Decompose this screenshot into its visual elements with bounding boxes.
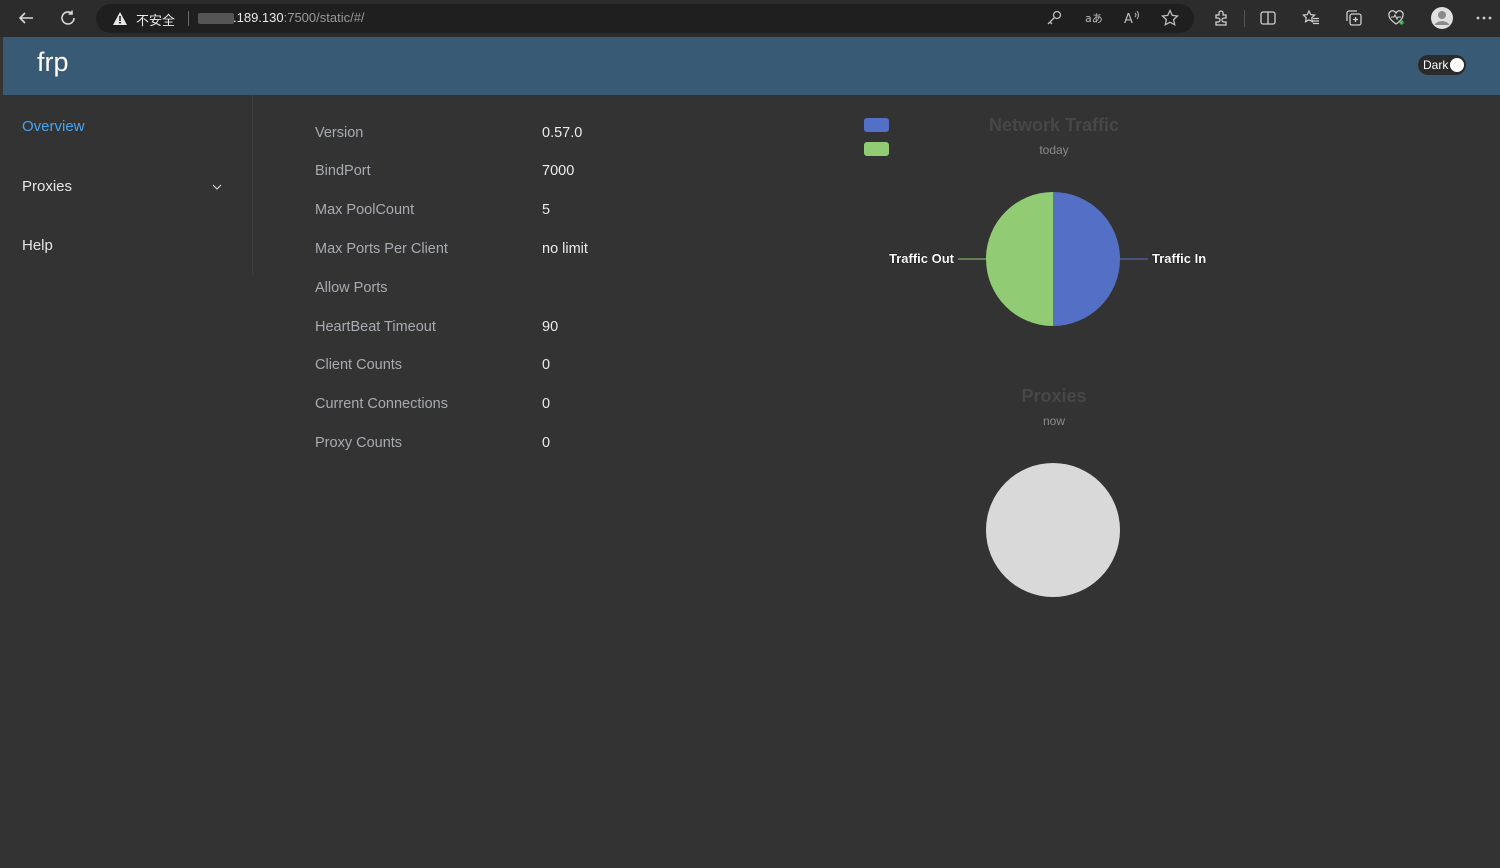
info-label-heartbeat-timeout: HeartBeat Timeout — [315, 319, 436, 335]
info-value-version: 0.57.0 — [542, 125, 583, 141]
back-arrow-icon — [18, 12, 33, 24]
traffic-chart-subtitle: today — [1039, 143, 1069, 157]
toggle-knob — [1450, 58, 1464, 72]
proxies-empty-pie — [986, 463, 1120, 597]
read-aloud-icon[interactable]: A — [1122, 8, 1142, 28]
info-label-allow-ports: Allow Ports — [315, 280, 388, 296]
url-host: .189.130 — [233, 10, 284, 25]
info-label-client-counts: Client Counts — [315, 357, 403, 373]
browser-toolbar: 不安全 .189.130:7500/static/#/ aあ A — [0, 0, 1500, 37]
dark-mode-label: Dark — [1423, 58, 1449, 72]
info-label-max-poolcount: Max PoolCount — [315, 202, 415, 218]
proxies-chart-subtitle: now — [1042, 414, 1065, 428]
traffic-chart-title: Network Traffic — [988, 115, 1120, 135]
app-header: frp Dark — [3, 37, 1500, 95]
favorite-star-icon[interactable] — [1160, 8, 1180, 28]
favorites-icon[interactable] — [1301, 8, 1321, 28]
pie-label-traffic-out: Traffic Out — [889, 251, 955, 266]
proxies-chart-title: Proxies — [1021, 386, 1087, 406]
dark-mode-toggle[interactable]: Dark — [1418, 55, 1466, 75]
info-label-version: Version — [315, 125, 364, 141]
sidebar-item-proxies[interactable]: Proxies — [22, 178, 72, 195]
insecure-label[interactable]: 不安全 — [136, 10, 175, 29]
info-value-bindport: 7000 — [542, 163, 575, 179]
browser-essentials-icon[interactable] — [1386, 8, 1406, 28]
info-value-max-ports-per-client: no limit — [542, 241, 588, 257]
info-label-bindport: BindPort — [315, 163, 371, 179]
reload-button[interactable] — [57, 7, 79, 29]
address-separator — [188, 11, 189, 26]
sidebar-item-overview[interactable]: Overview — [22, 118, 85, 135]
info-label-current-connections: Current Connections — [315, 396, 448, 412]
reload-icon — [61, 10, 75, 25]
redacted-url-part — [198, 13, 234, 24]
legend-swatch-traffic-out[interactable] — [864, 142, 889, 156]
url-text[interactable]: .189.130:7500/static/#/ — [233, 10, 365, 25]
extensions-icon[interactable] — [1211, 8, 1231, 28]
info-value-max-poolcount: 5 — [542, 202, 551, 218]
pie-slice-traffic-in[interactable] — [1053, 192, 1120, 326]
info-value-current-connections: 0 — [542, 396, 551, 412]
profile-avatar-icon[interactable] — [1430, 6, 1454, 30]
chevron-down-icon[interactable] — [211, 181, 223, 193]
toolbar-separator — [1244, 10, 1245, 27]
svg-text:A: A — [1124, 12, 1133, 27]
pie-slice-traffic-out[interactable] — [986, 192, 1053, 326]
address-bar[interactable]: 不安全 .189.130:7500/static/#/ aあ A — [96, 4, 1194, 33]
svg-text:aあ: aあ — [1085, 12, 1102, 25]
info-value-client-counts: 0 — [542, 357, 551, 373]
more-menu-icon[interactable] — [1474, 8, 1494, 28]
sidebar-item-help[interactable]: Help — [22, 237, 53, 254]
info-value-proxy-counts: 0 — [542, 435, 551, 451]
sidebar-menu: Overview Proxies Help — [3, 95, 253, 275]
pie-label-traffic-in: Traffic In — [1152, 251, 1206, 266]
key-icon[interactable] — [1044, 8, 1064, 28]
collections-icon[interactable] — [1344, 8, 1364, 28]
translate-icon[interactable]: aあ — [1083, 8, 1103, 28]
info-value-heartbeat-timeout: 90 — [542, 319, 559, 335]
legend-swatch-traffic-in[interactable] — [864, 118, 889, 132]
back-button[interactable] — [15, 7, 37, 29]
info-label-max-ports-per-client: Max Ports Per Client — [315, 241, 448, 257]
split-screen-icon[interactable] — [1258, 8, 1278, 28]
brand-logo-text[interactable]: frp — [37, 47, 69, 78]
url-path: :7500/static/#/ — [283, 10, 365, 25]
warning-icon[interactable] — [112, 11, 128, 26]
info-label-proxy-counts: Proxy Counts — [315, 435, 403, 451]
